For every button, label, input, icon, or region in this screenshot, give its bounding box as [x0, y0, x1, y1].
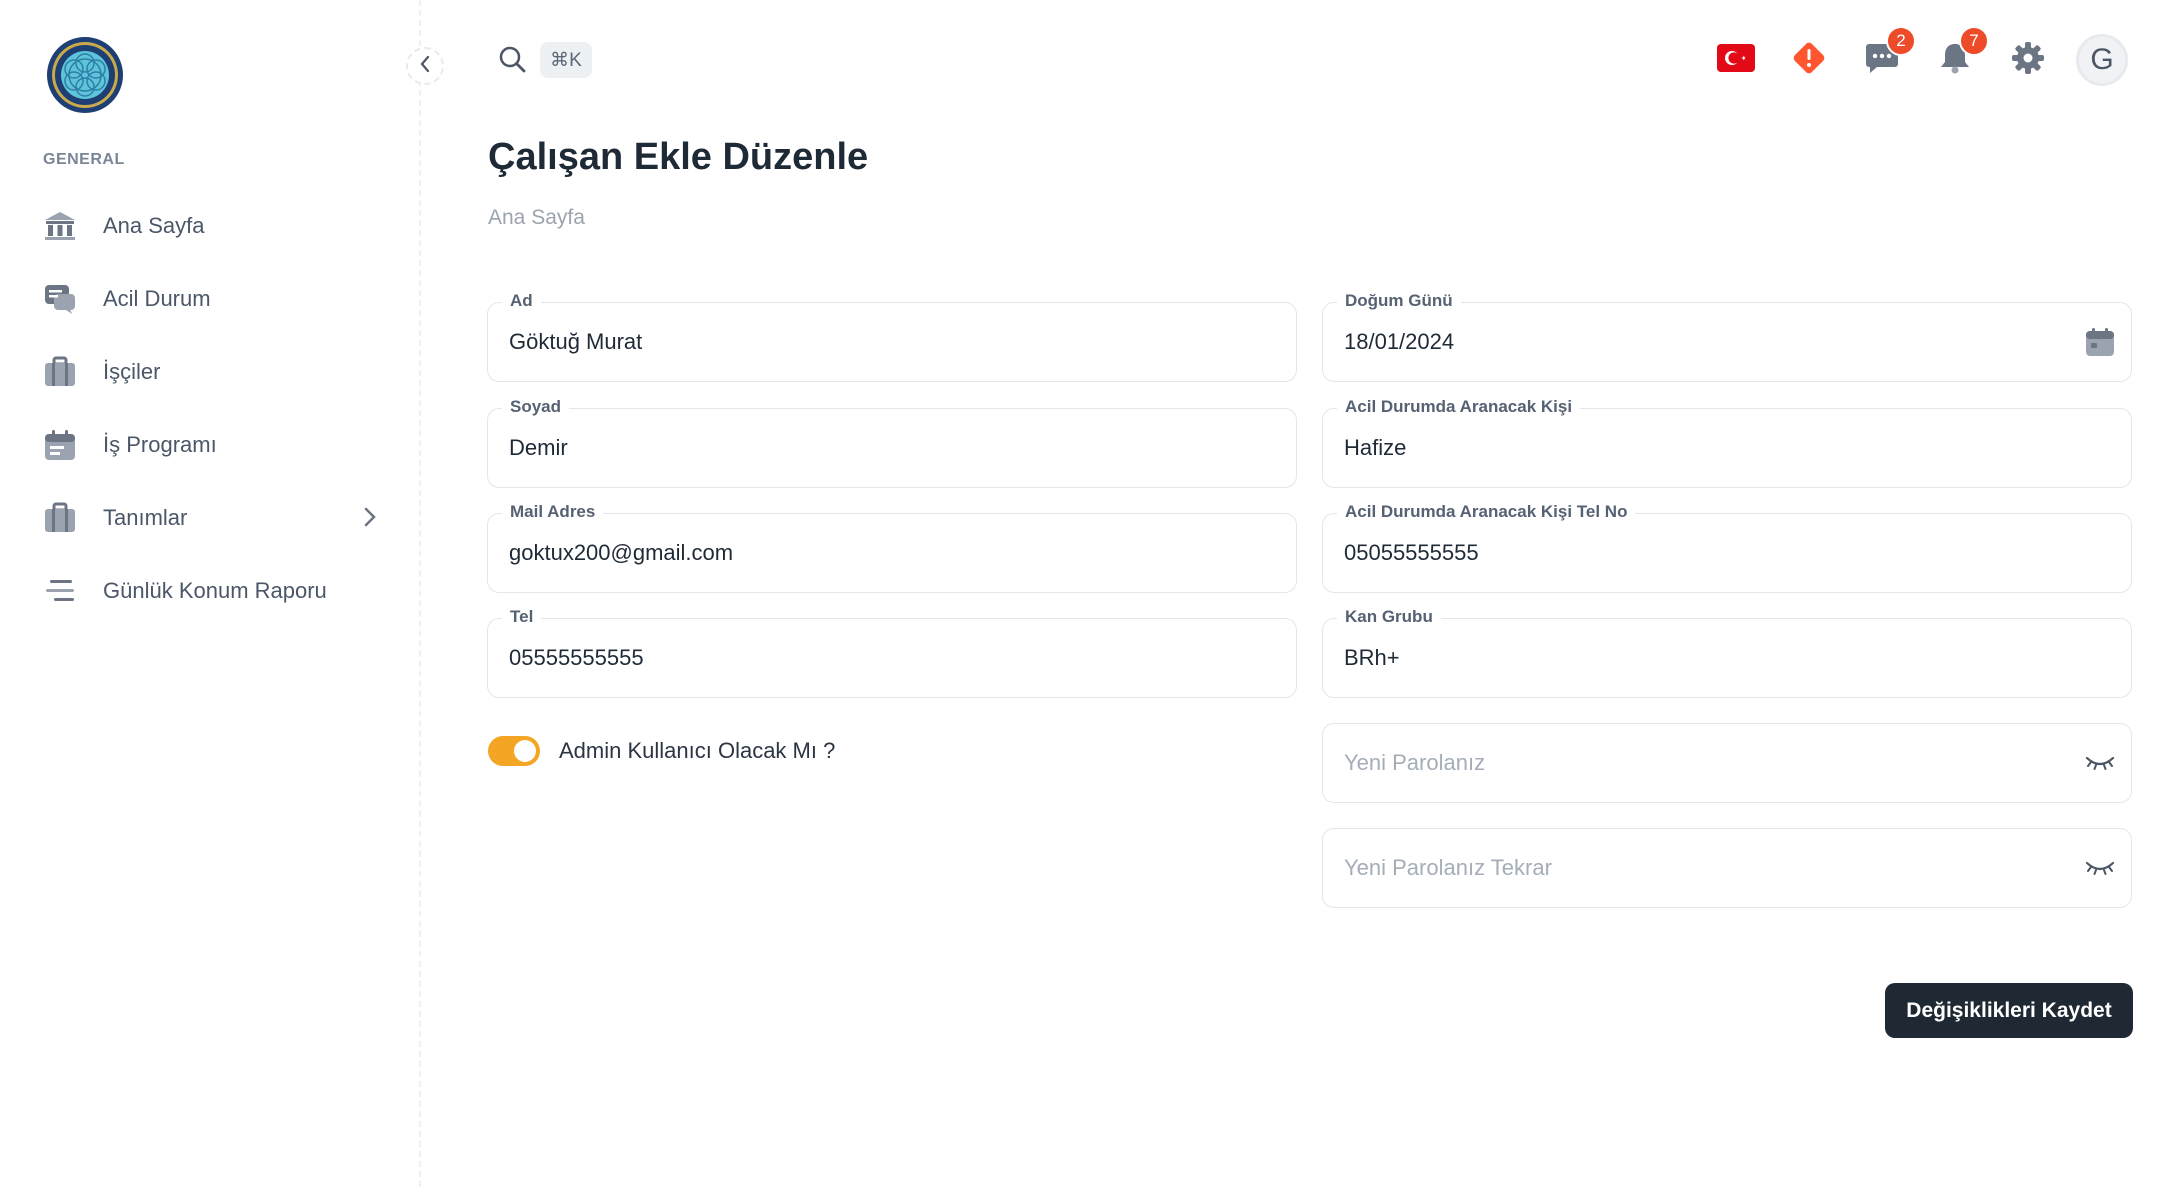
password-confirm-field[interactable]: Yeni Parolanız Tekrar — [1322, 828, 2132, 908]
settings-button[interactable] — [2008, 40, 2048, 80]
chat-icon — [43, 282, 77, 316]
kan-grubu-value[interactable]: BRh+ — [1344, 619, 1400, 697]
sidebar-collapse-button[interactable] — [406, 47, 444, 85]
sidebar-item-label: Tanımlar — [103, 505, 188, 530]
acil-tel-field[interactable]: Acil Durumda Aranacak Kişi Tel No 050555… — [1322, 502, 2132, 593]
turkey-flag-icon — [1717, 43, 1755, 77]
alert-diamond-icon — [1791, 40, 1827, 81]
acil-kisi-value[interactable]: Hafize — [1344, 409, 1406, 487]
sidebar-item-label: Ana Sayfa — [103, 213, 205, 238]
ad-value[interactable]: Göktuğ Murat — [509, 303, 642, 381]
search-shortcut-hint: ⌘K — [540, 42, 592, 78]
briefcase-icon — [43, 501, 77, 535]
chevron-right-icon — [363, 506, 377, 533]
dogum-gunu-field[interactable]: Doğum Günü 18/01/2024 — [1322, 291, 2132, 382]
sidebar-item-ana-sayfa[interactable]: Ana Sayfa — [43, 202, 383, 250]
bank-icon — [43, 209, 77, 243]
acil-kisi-field[interactable]: Acil Durumda Aranacak Kişi Hafize — [1322, 397, 2132, 488]
sidebar-item-label: İşçiler — [103, 359, 161, 384]
avatar[interactable]: G — [2076, 34, 2128, 86]
page-title: Çalışan Ekle Düzenle — [488, 136, 869, 178]
sidebar-item-label: Günlük Konum Raporu — [103, 578, 327, 603]
search-icon — [497, 46, 527, 78]
mail-value[interactable]: goktux200@gmail.com — [509, 514, 733, 592]
gear-icon — [2011, 41, 2045, 80]
password-placeholder[interactable]: Yeni Parolanız — [1344, 724, 1485, 802]
soyad-value[interactable]: Demir — [509, 409, 568, 487]
sidebar-item-gunluk-konum-raporu[interactable]: Günlük Konum Raporu — [43, 567, 383, 615]
language-button[interactable] — [1716, 40, 1756, 80]
sidebar-item-isciler[interactable]: İşçiler — [43, 348, 383, 396]
tel-value[interactable]: 05555555555 — [509, 619, 644, 697]
eye-closed-icon[interactable] — [2083, 851, 2117, 885]
chevron-left-icon — [419, 55, 431, 78]
notifications-badge: 7 — [1959, 26, 1989, 56]
admin-toggle-label: Admin Kullanıcı Olacak Mı ? — [559, 738, 836, 763]
mail-field[interactable]: Mail Adres goktux200@gmail.com — [487, 502, 1297, 593]
university-logo[interactable] — [46, 36, 124, 114]
briefcase-icon — [43, 355, 77, 389]
sidebar-item-label: İş Programı — [103, 432, 217, 457]
search-button[interactable] — [497, 44, 527, 74]
admin-toggle[interactable] — [488, 736, 540, 766]
messages-badge: 2 — [1886, 26, 1916, 56]
lines-icon — [43, 574, 77, 608]
sidebar-item-acil-durum[interactable]: Acil Durum — [43, 275, 383, 323]
sidebar-item-is-programi[interactable]: İş Programı — [43, 421, 383, 469]
calendar-icon[interactable] — [2083, 325, 2117, 359]
dogum-gunu-value[interactable]: 18/01/2024 — [1344, 303, 1454, 381]
save-changes-button[interactable]: Değişiklikleri Kaydet — [1885, 983, 2133, 1038]
ad-field[interactable]: Ad Göktuğ Murat — [487, 291, 1297, 382]
breadcrumb[interactable]: Ana Sayfa — [488, 206, 585, 230]
password-field[interactable]: Yeni Parolanız — [1322, 723, 2132, 803]
tel-field[interactable]: Tel 05555555555 — [487, 607, 1297, 698]
eye-closed-icon[interactable] — [2083, 746, 2117, 780]
calendar-icon — [43, 428, 77, 462]
sidebar-item-tanimlar[interactable]: Tanımlar — [43, 494, 383, 542]
sidebar-section-label: GENERAL — [43, 151, 125, 168]
soyad-field[interactable]: Soyad Demir — [487, 397, 1297, 488]
sidebar-item-label: Acil Durum — [103, 286, 211, 311]
password-confirm-placeholder[interactable]: Yeni Parolanız Tekrar — [1344, 829, 1552, 907]
kan-grubu-field[interactable]: Kan Grubu BRh+ — [1322, 607, 2132, 698]
sidebar: GENERAL Ana Sayfa Acil Durum İşçiler İş … — [0, 0, 421, 1187]
toggle-knob — [514, 740, 536, 762]
acil-tel-value[interactable]: 05055555555 — [1344, 514, 1479, 592]
alert-button[interactable] — [1789, 40, 1829, 80]
